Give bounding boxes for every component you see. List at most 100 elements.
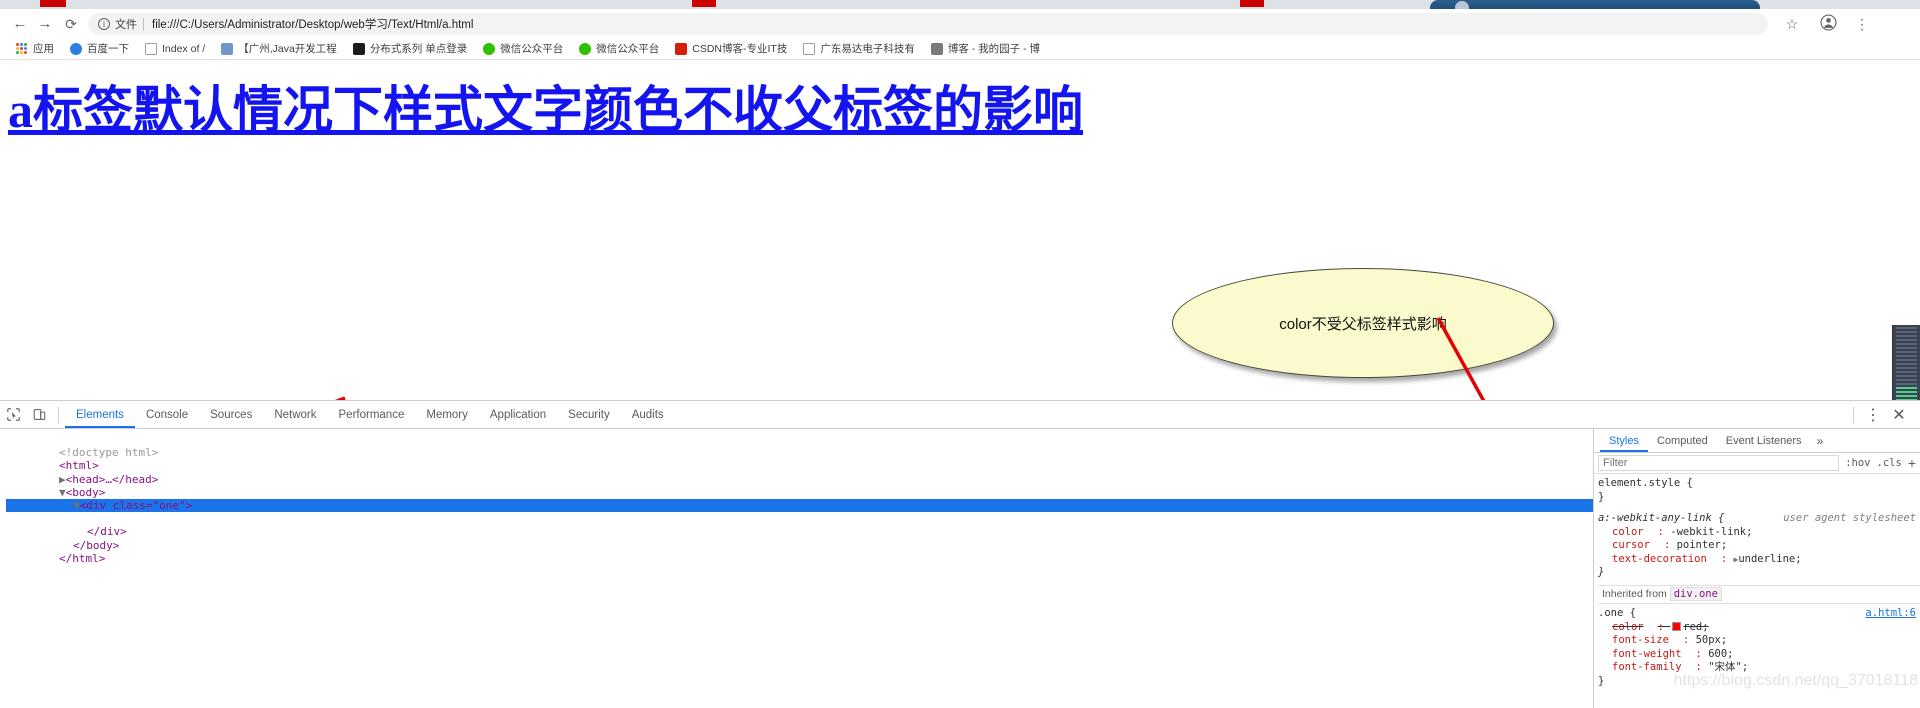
active-browser-tab[interactable] <box>1430 0 1760 9</box>
back-icon[interactable]: ← <box>9 13 31 35</box>
rule-origin: user agent stylesheet <box>1783 512 1916 524</box>
site-info-icon[interactable]: i <box>98 18 110 30</box>
device-toolbar-icon[interactable] <box>26 402 52 428</box>
rule-element-style[interactable]: element.style { } <box>1598 477 1920 506</box>
bookmark-label: 微信公众平台 <box>500 43 564 55</box>
dom-line[interactable]: </body> <box>6 525 1593 552</box>
bookmark-distributed-sso[interactable]: 分布式系列 单点登录 <box>345 39 475 59</box>
colon: : <box>1657 620 1671 633</box>
avatar-icon[interactable] <box>1818 14 1838 34</box>
dom-tag-anchor: <a href="javascript:void(0)">a标签默认情况下样式文… <box>105 512 602 526</box>
dom-line[interactable]: ▼<body> <box>6 473 1593 499</box>
new-style-rule-button[interactable]: + <box>1908 455 1916 471</box>
tab-styles[interactable]: Styles <box>1600 429 1648 452</box>
page-heading-link[interactable]: a标签默认情况下样式文字颜色不收父标签的影响 <box>8 70 1083 142</box>
dom-tree-pane[interactable]: <!doctype html> <html> ▶<head>…</head> ▼… <box>0 429 1594 708</box>
bookmark-index-of[interactable]: Index of / <box>137 39 213 59</box>
declaration-property[interactable]: color <box>1598 621 1644 633</box>
rule-close-brace: } <box>1598 490 1605 503</box>
node-badge-dots[interactable]: ··· <box>59 512 82 525</box>
semicolon: ; <box>1746 525 1753 538</box>
tab-network[interactable]: Network <box>263 401 327 428</box>
bookmark-csdn[interactable]: CSDN博客-专业IT技 <box>667 39 795 59</box>
declaration-value[interactable]: 50px <box>1696 634 1721 646</box>
declaration-value[interactable]: pointer <box>1677 539 1721 551</box>
dom-line[interactable]: ▼<div class="one"> <box>6 486 1593 512</box>
expand-head-icon[interactable]: ▶ <box>59 473 66 486</box>
declaration-value[interactable]: -webkit-link <box>1670 526 1746 538</box>
dom-tag-div-open: <div class="one"> <box>79 498 193 512</box>
bookmark-yida-electronics[interactable]: 广东易达电子科技有 <box>795 39 923 59</box>
dom-line[interactable]: ▶<head>…</head> <box>6 459 1593 486</box>
dom-line[interactable]: </html> <box>6 539 1593 565</box>
declaration-value[interactable]: underline <box>1738 553 1795 565</box>
tab-application[interactable]: Application <box>479 401 557 428</box>
styles-filter-input[interactable] <box>1598 455 1840 471</box>
dom-tag-html-open: <html> <box>58 459 99 473</box>
tab-memory[interactable]: Memory <box>415 401 479 428</box>
bookmark-star-icon[interactable]: ☆ <box>1782 14 1802 34</box>
editor-minimap-strip[interactable] <box>1892 325 1920 400</box>
rule-selector[interactable]: element.style <box>1598 477 1680 489</box>
tab-elements[interactable]: Elements <box>65 401 135 428</box>
rule-selector[interactable]: a:-webkit-any-link <box>1598 512 1712 524</box>
collapse-div-icon[interactable]: ▼ <box>73 499 80 512</box>
reload-icon[interactable]: ⟳ <box>60 13 82 35</box>
inspect-element-icon[interactable] <box>0 402 26 428</box>
rule-webkit-any-link[interactable]: a:-webkit-any-link { user agent styleshe… <box>1598 512 1920 582</box>
csdn-icon <box>675 42 688 55</box>
bookmark-cnblogs[interactable]: 博客 - 我的园子 - 博 <box>923 39 1048 59</box>
more-tabs-icon[interactable]: » <box>1811 434 1830 448</box>
dom-tag-div-close: </div> <box>86 525 127 539</box>
forward-icon[interactable]: → <box>34 13 56 35</box>
bookmarks-bar: 应用 百度一下 Index of / 【广州,Java开发工程 分布式系列 单点… <box>0 38 1920 60</box>
declaration-property[interactable]: font-weight <box>1598 648 1682 660</box>
tab-audits[interactable]: Audits <box>621 401 675 428</box>
declaration-overridden[interactable]: color: red; <box>1598 621 1920 635</box>
declaration-property[interactable]: cursor <box>1598 539 1650 551</box>
rule-source-link[interactable]: a.html:6 <box>1865 607 1916 621</box>
collapse-body-icon[interactable]: ▼ <box>59 486 66 499</box>
declaration-value[interactable]: "宋体"; <box>1708 661 1748 673</box>
tab-console[interactable]: Console <box>135 401 199 428</box>
annotation-callout-text: color不受父标签样式影响 <box>1279 315 1447 333</box>
toolbar-divider <box>1853 406 1854 423</box>
rule-dot-one[interactable]: .one { a.html:6 color: red; font-size: 5… <box>1598 607 1920 690</box>
bookmark-baidu[interactable]: 百度一下 <box>62 39 137 59</box>
declaration-property[interactable]: font-size <box>1598 634 1669 646</box>
declaration-value[interactable]: 600 <box>1708 648 1727 660</box>
inherited-source-element[interactable]: div.one <box>1669 586 1722 601</box>
declaration-value[interactable]: red <box>1683 621 1702 633</box>
devtools-more-icon[interactable]: ⋮ <box>1860 402 1886 428</box>
tab-event-listeners[interactable]: Event Listeners <box>1717 429 1811 452</box>
tab-computed[interactable]: Computed <box>1648 429 1717 452</box>
hov-button[interactable]: :hov <box>1845 457 1870 469</box>
cls-button[interactable]: .cls <box>1877 457 1902 469</box>
devtools-close-icon[interactable]: ✕ <box>1886 402 1912 428</box>
rule-selector[interactable]: .one <box>1598 607 1623 619</box>
tab-sources[interactable]: Sources <box>199 401 263 428</box>
semicolon: ; <box>1795 552 1802 565</box>
devtools-body: <!doctype html> <html> ▶<head>…</head> ▼… <box>0 429 1920 708</box>
omnibox-divider <box>143 17 144 31</box>
declaration-property[interactable]: font-family <box>1598 661 1682 673</box>
dom-line[interactable]: <html> <box>6 446 1593 472</box>
browser-tab-strip <box>0 0 1920 15</box>
chrome-menu-icon[interactable]: ⋮ <box>1852 14 1872 34</box>
dom-tag-body-close: </body> <box>72 538 120 552</box>
declaration-property[interactable]: text-decoration <box>1598 553 1707 565</box>
bookmark-wechat-mp-1[interactable]: 微信公众平台 <box>475 39 571 59</box>
tab-security[interactable]: Security <box>557 401 621 428</box>
color-swatch[interactable] <box>1672 621 1682 631</box>
blog-icon <box>930 42 943 55</box>
dom-selected-node[interactable]: ··· <a href="javascript:void(0)">a标签默认情况下… <box>6 498 1593 525</box>
declaration-property[interactable]: color <box>1598 526 1644 538</box>
tab-performance[interactable]: Performance <box>328 401 416 428</box>
dom-line[interactable]: <!doctype html> <box>6 433 1593 459</box>
bookmark-wechat-mp-2[interactable]: 微信公众平台 <box>571 39 667 59</box>
bookmark-java-job[interactable]: 【广州,Java开发工程 <box>213 39 345 59</box>
bookmark-apps[interactable]: 应用 <box>8 39 62 59</box>
document-icon <box>145 42 157 55</box>
bookmark-label: Index of / <box>162 42 206 55</box>
address-bar[interactable]: i 文件 file:///C:/Users/Administrator/Desk… <box>88 13 1768 35</box>
